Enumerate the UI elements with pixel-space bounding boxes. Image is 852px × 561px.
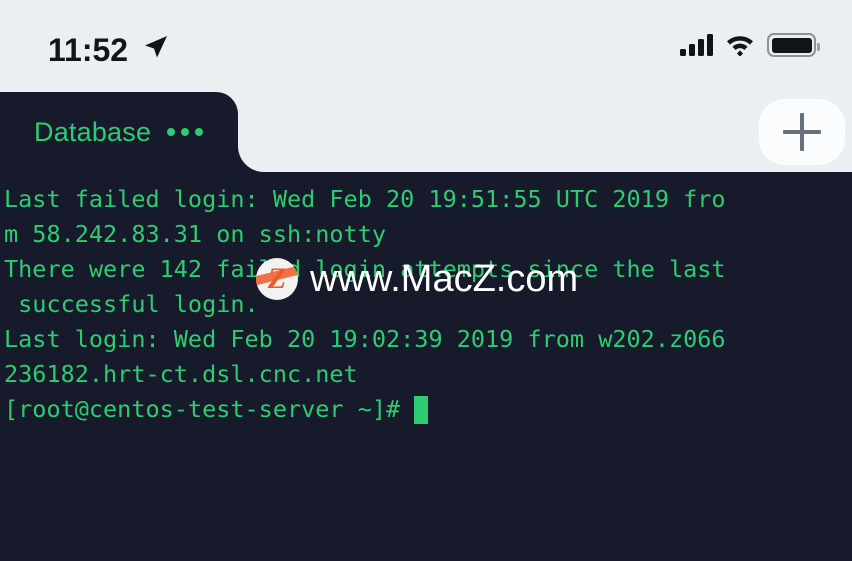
cellular-signal-icon — [680, 34, 713, 56]
plus-icon — [783, 113, 821, 151]
tab-database[interactable]: Database — [0, 92, 238, 172]
terminal-text-container: Last failed login: Wed Feb 20 19:51:55 U… — [0, 160, 852, 427]
terminal-output-panel[interactable]: Last failed login: Wed Feb 20 19:51:55 U… — [0, 160, 852, 561]
tab-bar: Database — [0, 92, 852, 172]
phone-screen: Last failed login: Wed Feb 20 19:51:55 U… — [0, 0, 852, 561]
terminal-line: m 58.242.83.31 on ssh:notty — [4, 220, 387, 248]
terminal-line: Last login: Wed Feb 20 19:02:39 2019 fro… — [4, 325, 726, 353]
status-bar: 11:52 — [0, 0, 852, 92]
terminal-prompt-line[interactable]: [root@centos-test-server ~]# — [4, 392, 852, 427]
status-bar-time: 11:52 — [48, 32, 129, 68]
terminal-prompt-text: [root@centos-test-server ~]# — [4, 395, 415, 423]
wifi-icon — [727, 36, 753, 56]
battery-full-icon — [767, 33, 820, 57]
terminal-cursor — [414, 395, 429, 424]
status-bar-indicators — [680, 33, 820, 57]
terminal-line: Last failed login: Wed Feb 20 19:51:55 U… — [4, 185, 726, 213]
tab-label: Database — [34, 116, 152, 147]
add-session-button[interactable] — [759, 99, 845, 165]
terminal-line: There were 142 failed login attempts sin… — [4, 255, 726, 283]
location-arrow-icon — [145, 36, 167, 58]
terminal-line: 236182.hrt-ct.dsl.cnc.net — [4, 360, 358, 388]
terminal-line: successful login. — [4, 290, 259, 318]
ellipsis-icon[interactable] — [167, 128, 204, 136]
